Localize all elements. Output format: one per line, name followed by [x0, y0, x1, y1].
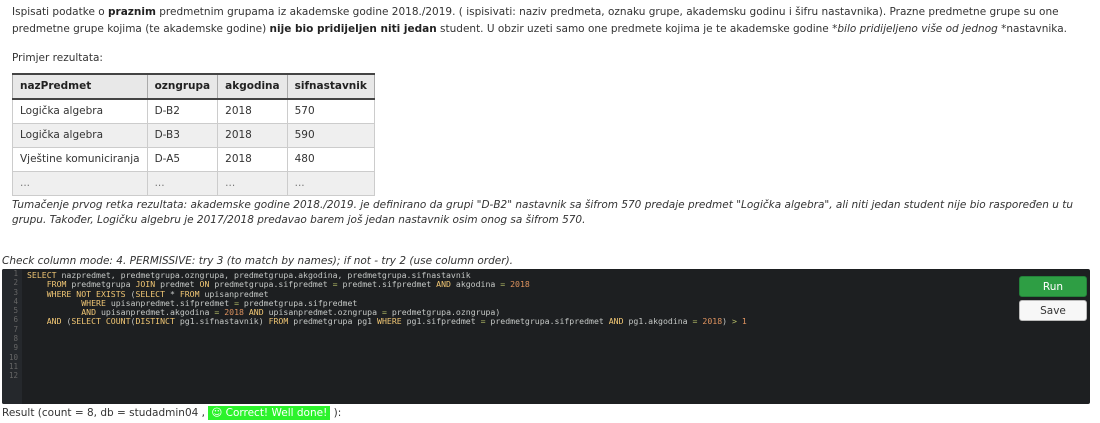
code-token: DISTINCT	[135, 316, 175, 327]
table-row: ............	[12, 171, 375, 196]
code-token: predmet.sifpredmet	[337, 279, 437, 290]
code-token: pg1.akgodina	[623, 316, 693, 327]
table-header-row: nazPredmet ozngrupa akgodina sifnastavnik	[12, 73, 375, 100]
code-token: pg1.sifnastavnik)	[174, 316, 269, 327]
code-token: )	[722, 316, 732, 327]
correct-badge: ☺ Correct! Well done!	[208, 406, 331, 420]
code-token: AND	[436, 279, 451, 290]
code-token: pg1.sifpredmet	[401, 316, 481, 327]
table-cell: 480	[286, 147, 375, 172]
code-token: 2018	[505, 279, 530, 290]
code-token: predmetgrupa.sifpredmet	[485, 316, 609, 327]
code-token: (	[61, 316, 72, 327]
code-token: 2018	[697, 316, 723, 327]
result-line: Result (count = 8, db = studadmin04 , ☺ …	[2, 406, 342, 420]
line-number: 7	[13, 324, 18, 334]
sql-editor[interactable]: 1 2 3 4 5 6 7 8 9 10 11 12 SELECT nazpredmet, predm…	[2, 269, 1090, 404]
table-cell: 2018	[217, 147, 288, 172]
line-number: 9	[13, 343, 18, 353]
table-cell: Logička algebra	[12, 123, 148, 148]
line-number: 6	[13, 315, 18, 325]
line-number: 10	[8, 352, 18, 362]
code-token: predmetgrupa pg1	[288, 316, 378, 327]
table-cell: Vještine komuniciranja	[12, 147, 148, 172]
save-button[interactable]: Save	[1019, 300, 1087, 321]
table-cell: D-A5	[146, 147, 219, 172]
column-header: sifnastavnik	[286, 73, 375, 100]
table-cell: ...	[146, 171, 219, 196]
task-description: Ispisati podatke o praznim predmetnim gr…	[12, 4, 1087, 228]
table-cell: D-B3	[146, 123, 219, 148]
table-cell: ...	[12, 171, 148, 196]
task-text: Ispisati podatke o praznim predmetnim gr…	[12, 6, 1067, 35]
example-label: Primjer rezultata:	[12, 52, 103, 64]
check-column-mode: Check column mode: 4. PERMISSIVE: try 3 …	[2, 255, 513, 267]
table-cell: ...	[217, 171, 288, 196]
column-header: ozngrupa	[146, 73, 219, 100]
code-token: 1	[736, 316, 747, 327]
table-cell: 2018	[217, 98, 288, 124]
line-number: 3	[13, 287, 18, 297]
column-header: akgodina	[217, 73, 288, 100]
table-cell: D-B2	[146, 98, 219, 124]
example-result-table: nazPredmet ozngrupa akgodina sifnastavnik L…	[12, 73, 375, 196]
table-cell: ...	[286, 171, 375, 196]
line-number: 8	[13, 334, 18, 344]
code-token: AND	[46, 316, 62, 327]
line-number: 2	[13, 278, 18, 288]
table-row: Vještine komuniciranja D-A5 2018 480	[12, 147, 375, 172]
column-header: nazPredmet	[12, 73, 148, 100]
line-number: 12	[8, 371, 18, 381]
code-line: AND (SELECT COUNT(DISTINCT pg1.sifnastav…	[27, 317, 747, 326]
run-button[interactable]: Run	[1019, 276, 1087, 297]
code-area[interactable]: SELECT nazpredmet, predmetgrupa.ozngrupa…	[27, 270, 747, 383]
code-token: SELECT COUNT	[71, 316, 131, 327]
code-token: FROM	[268, 316, 289, 327]
table-cell: 2018	[217, 123, 288, 148]
line-number: 4	[13, 296, 18, 306]
table-cell: 570	[286, 98, 375, 124]
line-number: 5	[13, 306, 18, 316]
line-number: 1	[13, 269, 18, 278]
table-cell: Logička algebra	[12, 98, 148, 124]
table-cell: 590	[286, 123, 375, 148]
code-token: akgodina	[450, 279, 501, 290]
code-token: AND	[608, 316, 624, 327]
code-token: WHERE	[377, 316, 402, 327]
interpretation-text: Tumačenje prvog retka rezultata: akadems…	[12, 199, 1074, 226]
table-row: Logička algebra D-B2 2018 570	[12, 98, 375, 124]
line-number: 11	[8, 361, 18, 371]
line-number-gutter: 1 2 3 4 5 6 7 8 9 10 11 12	[2, 269, 22, 404]
table-row: Logička algebra D-B3 2018 590	[12, 123, 375, 148]
